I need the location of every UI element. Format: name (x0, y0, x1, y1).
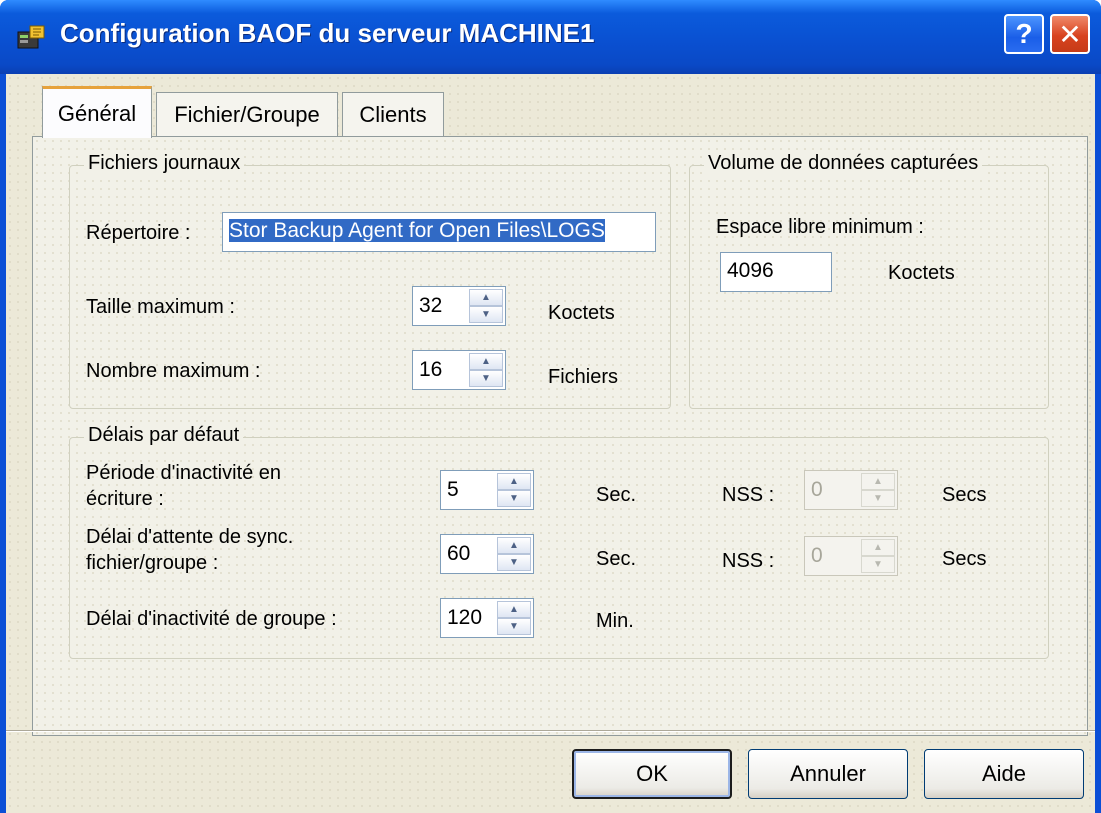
max-size-spinner[interactable]: 32 ▲ ▼ (412, 286, 506, 326)
spin-up-icon[interactable]: ▲ (469, 289, 503, 306)
dialog-window: Configuration BAOF du serveur MACHINE1 ?… (0, 0, 1101, 813)
sync-wait-spinner[interactable]: 60 ▲ ▼ (440, 534, 534, 574)
close-button[interactable]: ✕ (1050, 14, 1090, 54)
log-files-group: Fichiers journaux Répertoire : Stor Back… (69, 152, 671, 409)
max-size-unit: Koctets (548, 302, 615, 324)
write-idle-nss-unit: Secs (942, 484, 987, 506)
spin-down-icon[interactable]: ▼ (497, 618, 531, 635)
write-idle-label-line2: écriture : (86, 488, 164, 510)
max-size-label: Taille maximum : (86, 296, 235, 318)
window-title: Configuration BAOF du serveur MACHINE1 (60, 18, 595, 48)
group-idle-spinner[interactable]: 120 ▲ ▼ (440, 598, 534, 638)
write-idle-value: 5 (447, 478, 459, 501)
max-count-value: 16 (419, 358, 443, 381)
write-idle-label-line1: Période d'inactivité en (86, 462, 282, 484)
free-space-unit: Koctets (888, 262, 955, 284)
spin-down-icon: ▼ (861, 490, 895, 507)
spin-up-icon: ▲ (861, 473, 895, 490)
spin-up-icon[interactable]: ▲ (497, 601, 531, 618)
tab-panel-general: Fichiers journaux Répertoire : Stor Back… (32, 136, 1088, 736)
tab-clients[interactable]: Clients (342, 92, 444, 136)
spin-down-icon[interactable]: ▼ (497, 554, 531, 571)
cancel-button[interactable]: Annuler (748, 749, 908, 799)
spin-up-icon: ▲ (861, 539, 895, 556)
sync-wait-value: 60 (447, 542, 471, 565)
group-idle-unit: Min. (596, 610, 634, 632)
tab-fichier-groupe[interactable]: Fichier/Groupe (156, 92, 338, 136)
close-icon: ✕ (1058, 18, 1082, 50)
sync-wait-label-line1: Délai d'attente de sync. (86, 526, 294, 548)
write-idle-nss-spinner: 0 ▲ ▼ (804, 470, 898, 510)
ok-button[interactable]: OK (572, 749, 732, 799)
sync-wait-nss-spinner: 0 ▲ ▼ (804, 536, 898, 576)
directory-field[interactable]: Stor Backup Agent for Open Files\LOGS (222, 212, 656, 252)
max-count-label: Nombre maximum : (86, 360, 261, 382)
captured-volume-group-title: Volume de données capturées (704, 152, 983, 175)
spin-down-icon: ▼ (861, 556, 895, 573)
dialog-client-area: Général Fichier/Groupe Clients Fichiers … (6, 74, 1095, 813)
default-delays-group-title: Délais par défaut (84, 424, 244, 447)
captured-volume-group: Volume de données capturées Espace libre… (689, 152, 1049, 409)
default-delays-group: Délais par défaut Période d'inactivité e… (69, 424, 1049, 659)
spin-down-icon[interactable]: ▼ (497, 490, 531, 507)
write-idle-unit: Sec. (596, 484, 637, 506)
spin-down-icon[interactable]: ▼ (469, 306, 503, 323)
spin-up-icon[interactable]: ▲ (469, 353, 503, 370)
free-space-label: Espace libre minimum : (716, 216, 924, 238)
free-space-value: 4096 (727, 259, 774, 282)
spin-up-icon[interactable]: ▲ (497, 473, 531, 490)
max-count-unit: Fichiers (548, 366, 619, 388)
button-separator (6, 730, 1095, 732)
help-title-button[interactable]: ? (1004, 14, 1044, 54)
sync-wait-nss-unit: Secs (942, 548, 987, 570)
directory-label: Répertoire : (86, 222, 191, 244)
log-files-group-title: Fichiers journaux (84, 152, 245, 175)
sync-wait-unit: Sec. (596, 548, 637, 570)
free-space-field[interactable]: 4096 (720, 252, 832, 292)
tab-general[interactable]: Général (42, 86, 152, 138)
spin-down-icon[interactable]: ▼ (469, 370, 503, 387)
question-icon: ? (1015, 18, 1033, 49)
sync-wait-label-line2: fichier/groupe : (86, 552, 219, 574)
write-idle-nss-value: 0 (811, 478, 823, 501)
sync-wait-nss-value: 0 (811, 544, 823, 567)
title-bar[interactable]: Configuration BAOF du serveur MACHINE1 ?… (0, 0, 1101, 74)
max-size-value: 32 (419, 294, 443, 317)
group-idle-value: 120 (447, 606, 483, 629)
server-app-icon (17, 25, 45, 49)
max-count-spinner[interactable]: 16 ▲ ▼ (412, 350, 506, 390)
directory-value: Stor Backup Agent for Open Files\LOGS (229, 219, 605, 242)
help-button[interactable]: Aide (924, 749, 1084, 799)
spin-up-icon[interactable]: ▲ (497, 537, 531, 554)
group-idle-label: Délai d'inactivité de groupe : (86, 608, 337, 630)
write-idle-spinner[interactable]: 5 ▲ ▼ (440, 470, 534, 510)
sync-wait-nss-label: NSS : (722, 550, 775, 572)
write-idle-nss-label: NSS : (722, 484, 775, 506)
